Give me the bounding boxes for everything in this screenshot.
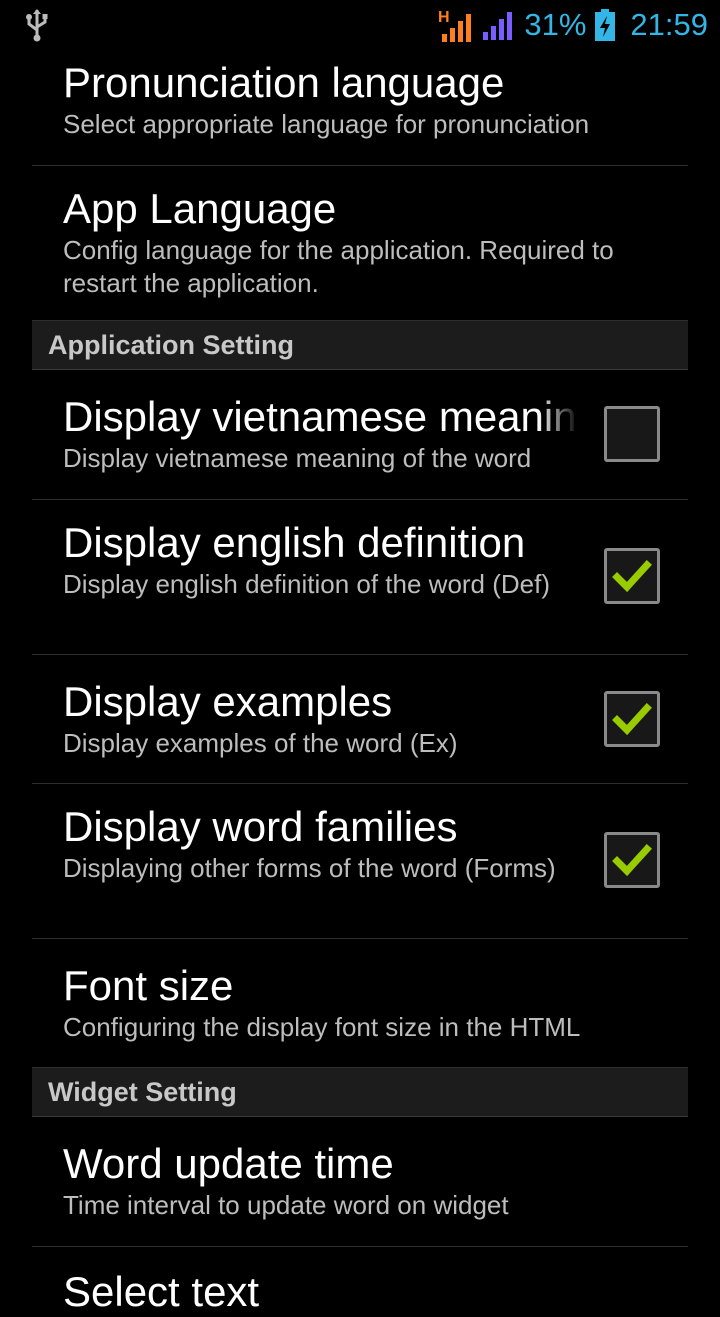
pref-summary: Display vietnamese meaning of the word [63, 443, 532, 473]
usb-icon [26, 9, 48, 42]
pref-title: Pronunciation language [63, 59, 505, 106]
pref-summary: Display examples of the word (Ex) [63, 728, 458, 758]
pref-title: Display vietnamese meaning [63, 392, 578, 442]
check-icon [612, 703, 652, 736]
battery-charging-icon [595, 9, 616, 41]
check-icon [612, 560, 652, 593]
pref-summary: Time interval to update word on widget [63, 1190, 509, 1220]
pref-summary: Config language for the application. Req… [63, 235, 614, 298]
battery-percent: 31% [524, 7, 587, 42]
pref-title: Font size [63, 962, 234, 1009]
pref-pronunciation-language[interactable]: Pronunciation language Select appropriat… [32, 50, 688, 166]
pref-summary: Select appropriate language for pronunci… [63, 109, 590, 139]
title-fade [538, 392, 578, 442]
pref-title: Select text [63, 1268, 260, 1315]
pref-app-language[interactable]: App Language Config language for the app… [32, 166, 688, 321]
checkbox-examples[interactable] [604, 691, 660, 747]
pref-summary: Display english definition of the word (… [63, 569, 551, 599]
pref-font-size[interactable]: Font size Configuring the display font s… [32, 939, 688, 1068]
svg-text:H: H [438, 9, 450, 26]
category-widget-setting: Widget Setting [32, 1068, 688, 1117]
pref-title-text: Display vietnamese meaning [63, 393, 578, 440]
clock: 21:59 [630, 7, 708, 42]
pref-display-word-families[interactable]: Display word families Displaying other f… [32, 784, 688, 939]
checkbox-word-families[interactable] [604, 832, 660, 888]
pref-summary: Configuring the display font size in the… [63, 1012, 581, 1042]
checkbox-vietnamese-meaning[interactable] [604, 406, 660, 462]
pref-title: App Language [63, 185, 337, 232]
pref-title: Display examples [63, 678, 393, 725]
pref-title: Word update time [63, 1140, 394, 1187]
status-bar: H 31% 21:59 [0, 0, 720, 50]
check-icon [612, 844, 652, 877]
settings-list: Pronunciation language Select appropriat… [32, 50, 688, 1315]
pref-next-partial[interactable]: Select text [32, 1247, 688, 1315]
pref-summary: Displaying other forms of the word (Form… [63, 853, 556, 883]
checkbox-english-definition[interactable] [604, 548, 660, 604]
pref-word-update-time[interactable]: Word update time Time interval to update… [32, 1117, 688, 1247]
hspa-signal-icon: H [438, 9, 472, 42]
pref-display-english-definition[interactable]: Display english definition Display engli… [32, 500, 688, 655]
pref-display-examples[interactable]: Display examples Display examples of the… [32, 655, 688, 784]
category-application-setting: Application Setting [32, 321, 688, 370]
pref-title: Display english definition [63, 519, 526, 566]
pref-display-vietnamese-meaning[interactable]: Display vietnamese meaning Display vietn… [32, 370, 688, 500]
pref-title: Display word families [63, 803, 458, 850]
cell-signal-icon [483, 12, 513, 40]
